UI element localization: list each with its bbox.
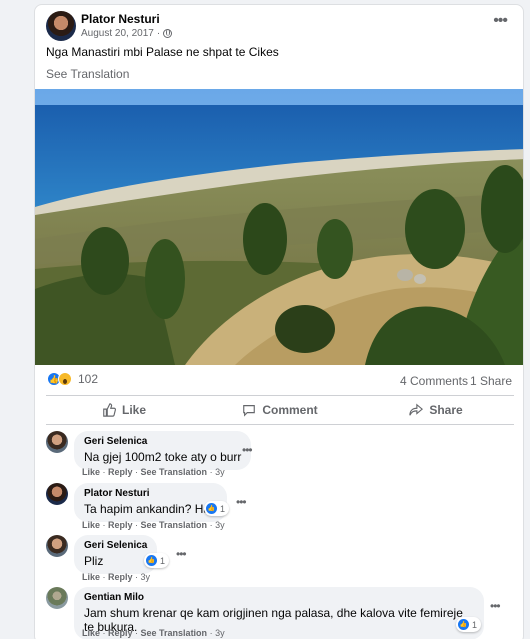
comments-count-link[interactable]: 4 Comments bbox=[400, 374, 468, 388]
comment-actions: Like · Reply · 3y bbox=[82, 572, 151, 582]
comment-text: Ta hapim ankandin? Hah bbox=[84, 502, 217, 516]
shares-count-link[interactable]: 1 Share bbox=[470, 374, 512, 388]
comment-reaction-count: 1 bbox=[220, 503, 226, 514]
comment-reaction-count: 1 bbox=[472, 619, 478, 630]
comment-actions: Like · Reply · See Translation · 3y bbox=[82, 520, 225, 530]
post-text: Nga Manastiri mbi Palase ne shpat te Cik… bbox=[46, 45, 279, 59]
comment-like-link[interactable]: Like bbox=[82, 572, 100, 582]
comment-bubble: Geri Selenica Pliz bbox=[74, 535, 158, 574]
comment-age: 3y bbox=[215, 520, 225, 530]
post-date[interactable]: August 20, 2017 bbox=[81, 28, 154, 39]
landscape-image bbox=[35, 89, 523, 365]
comment-icon bbox=[243, 405, 256, 417]
author-avatar[interactable] bbox=[46, 11, 76, 41]
share-icon bbox=[409, 403, 424, 416]
commenter-avatar[interactable] bbox=[46, 535, 68, 557]
comment-text: Na gjej 100m2 toke aty o burr bbox=[84, 450, 242, 464]
reaction-count: 102 bbox=[78, 372, 99, 386]
like-button[interactable]: Like bbox=[46, 396, 202, 424]
comment-reply-link[interactable]: Reply bbox=[108, 467, 133, 477]
comment-age: 3y bbox=[140, 572, 151, 582]
comment-actions: Like · Reply · See Translation · 3y bbox=[82, 467, 225, 477]
comment-like-link[interactable]: Like bbox=[82, 467, 100, 477]
post-photo[interactable] bbox=[35, 89, 523, 365]
more-options-icon[interactable]: ••• bbox=[493, 13, 508, 29]
comment-translation-link[interactable]: See Translation bbox=[141, 628, 208, 638]
like-reaction-icon: 👍 bbox=[458, 619, 469, 630]
commenter-avatar[interactable] bbox=[46, 483, 68, 505]
comment-reaction-badge[interactable]: 👍 1 bbox=[144, 553, 170, 568]
author-name[interactable]: Plator Nesturi bbox=[81, 12, 160, 26]
comment-bubble: Geri Selenica Na gjej 100m2 toke aty o b… bbox=[74, 431, 252, 470]
like-reaction-icon: 👍 bbox=[206, 503, 217, 514]
meta-separator: · bbox=[156, 28, 161, 39]
commenter-name[interactable]: Geri Selenica bbox=[84, 540, 147, 551]
comment-reply-link[interactable]: Reply bbox=[108, 572, 133, 582]
commenter-avatar[interactable] bbox=[46, 587, 68, 609]
post-meta: August 20, 2017 · bbox=[81, 28, 173, 39]
comment-reaction-badge[interactable]: 👍 1 bbox=[456, 617, 482, 632]
thumbs-up-icon bbox=[103, 403, 116, 417]
comment-item: Geri Selenica Na gjej 100m2 toke aty o b… bbox=[46, 431, 516, 481]
comment-label: Comment bbox=[262, 403, 318, 417]
comment-age: 3y bbox=[215, 628, 225, 638]
comment-reply-link[interactable]: Reply bbox=[108, 520, 133, 530]
comment-actions: Like · Reply · See Translation · 3y bbox=[82, 628, 225, 638]
wow-reaction-icon bbox=[58, 372, 72, 386]
comment-button[interactable]: Comment bbox=[202, 396, 358, 424]
comment-more-icon[interactable]: ••• bbox=[236, 495, 247, 509]
comment-reply-link[interactable]: Reply bbox=[108, 628, 133, 638]
post-actions-bar: Like Comment Share bbox=[46, 395, 514, 425]
post-header: Plator Nesturi August 20, 2017 · ••• bbox=[35, 5, 523, 45]
comment-age: 3y bbox=[215, 467, 225, 477]
comment-text: Pliz bbox=[84, 554, 104, 568]
comment-item: Plator Nesturi Ta hapim ankandin? Hah 👍 … bbox=[46, 483, 516, 533]
post-card: Plator Nesturi August 20, 2017 · ••• Nga… bbox=[34, 4, 524, 639]
like-label: Like bbox=[121, 403, 146, 417]
comment-item: Gentian Milo Jam shum krenar qe kam orig… bbox=[46, 587, 516, 639]
share-label: Share bbox=[429, 403, 463, 417]
comment-reaction-count: 1 bbox=[160, 555, 166, 566]
commenter-avatar[interactable] bbox=[46, 431, 68, 453]
comment-like-link[interactable]: Like bbox=[82, 628, 100, 638]
comment-reaction-badge[interactable]: 👍 1 bbox=[204, 501, 230, 516]
comment-like-link[interactable]: Like bbox=[82, 520, 100, 530]
share-button[interactable]: Share bbox=[358, 396, 514, 424]
comment-translation-link[interactable]: See Translation bbox=[141, 467, 208, 477]
commenter-name[interactable]: Plator Nesturi bbox=[84, 488, 217, 499]
comment-bubble: Plator Nesturi Ta hapim ankandin? Hah bbox=[74, 483, 227, 522]
commenter-name[interactable]: Gentian Milo bbox=[84, 592, 474, 603]
commenter-name[interactable]: Geri Selenica bbox=[84, 436, 241, 447]
comment-more-icon[interactable]: ••• bbox=[176, 547, 187, 561]
globe-icon bbox=[163, 29, 173, 38]
like-reaction-icon: 👍 bbox=[146, 555, 157, 566]
comment-more-icon[interactable]: ••• bbox=[242, 443, 253, 457]
comment-more-icon[interactable]: ••• bbox=[490, 599, 501, 613]
see-translation-link[interactable]: See Translation bbox=[46, 67, 129, 81]
comment-item: Geri Selenica Pliz 👍 1 ••• Like · Reply … bbox=[46, 535, 516, 585]
comment-translation-link[interactable]: See Translation bbox=[141, 520, 208, 530]
reactions-summary[interactable]: 👍 102 bbox=[47, 372, 98, 386]
